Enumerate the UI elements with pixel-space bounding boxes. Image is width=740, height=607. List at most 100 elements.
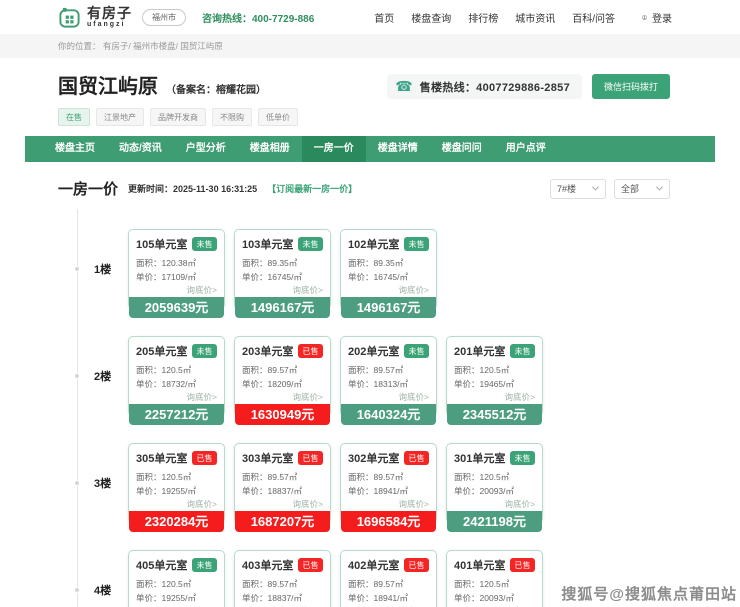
tab-7[interactable]: 用户点评 [494,136,558,162]
unit-status-badge: 未售 [192,558,217,572]
unit-price-value: 18209/㎡ [268,379,303,389]
ask-bottom-price-link[interactable]: 询底价> [242,498,323,510]
unit-card[interactable]: 305单元室 已售 面积：120.5㎡ 单价：19255/㎡ 询底价> 2320… [128,443,225,523]
property-tag: 低单价 [258,108,298,126]
unit-price-value: 20093/㎡ [480,486,515,496]
login-button[interactable]: 登录 [641,10,672,25]
unit-card[interactable]: 403单元室 已售 面积：89.57㎡ 单价：18837/㎡ 询底价> 1687… [234,550,331,607]
area-value: 89.57㎡ [374,365,404,375]
unit-price-value: 18837/㎡ [268,486,303,496]
login-label: 登录 [652,10,672,25]
unit-card[interactable]: 203单元室 已售 面积：89.57㎡ 单价：18209/㎡ 询底价> 1630… [234,336,331,416]
total-price-bar: 1640324元 [341,404,436,425]
area-label: 面积： [136,258,162,268]
property-tag: 不限购 [212,108,252,126]
area-value: 89.57㎡ [268,365,298,375]
ask-bottom-price-link[interactable]: 询底价> [136,498,217,510]
unit-card[interactable]: 102单元室 未售 面积：89.35㎡ 单价：16745/㎡ 询底价> 1496… [340,229,437,309]
floor-label: 2楼 [94,368,111,384]
ask-bottom-price-link[interactable]: 询底价> [348,498,429,510]
user-icon [641,15,648,20]
unit-card[interactable]: 405单元室 未售 面积：120.5㎡ 单价：19255/㎡ 询底价> 2320… [128,550,225,607]
main-nav: 首页 楼盘查询 排行榜 城市资讯 百科/问答 [374,10,615,25]
updated-label: 更新时间： [128,184,173,194]
nav-link[interactable]: 百科/问答 [572,10,615,25]
unit-status-badge: 未售 [404,344,429,358]
unit-card[interactable]: 105单元室 未售 面积：120.38㎡ 单价：17109/㎡ 询底价> 205… [128,229,225,309]
unit-price-value: 18313/㎡ [374,379,409,389]
ask-bottom-price-link[interactable]: 询底价> [136,391,217,403]
nav-link[interactable]: 首页 [374,10,394,25]
total-price-bar: 2059639元 [129,297,224,318]
area-value: 120.38㎡ [162,258,197,268]
area-label: 面积： [454,472,480,482]
tab-6[interactable]: 楼盘问问 [430,136,494,162]
city-selector[interactable]: 福州市 [142,9,186,26]
ask-bottom-price-link[interactable]: 询底价> [136,284,217,296]
floor-label: 3楼 [94,475,111,491]
unit-name: 403单元室 [242,557,293,573]
breadcrumb-prefix: 你的位置： [58,41,101,51]
nav-link[interactable]: 城市资讯 [515,10,555,25]
nav-link[interactable]: 排行榜 [468,10,498,25]
unit-name: 401单元室 [454,557,505,573]
property-tag: 江景地产 [96,108,144,126]
unit-filter-dropdown[interactable]: 全部 [614,179,670,199]
tab-3[interactable]: 楼盘相册 [238,136,302,162]
wechat-scan-call-button[interactable]: 微信扫码拨打 [592,74,670,99]
unit-card[interactable]: 303单元室 已售 面积：89.57㎡ 单价：18837/㎡ 询底价> 1687… [234,443,331,523]
unit-card[interactable]: 402单元室 已售 面积：89.57㎡ 单价：18941/㎡ 询底价> 1696… [340,550,437,607]
chevron-down-icon [592,186,599,191]
timeline-dot [74,587,80,593]
tab-2[interactable]: 户型分析 [174,136,238,162]
unit-price-label: 单价： [454,486,480,496]
phone-icon: ☎ [395,78,412,95]
unit-price-label: 单价： [242,272,268,282]
unit-price-label: 单价： [136,272,162,282]
area-label: 面积： [136,365,162,375]
ask-bottom-price-link[interactable]: 询底价> [242,391,323,403]
area-label: 面积： [348,258,374,268]
unit-price-label: 单价： [348,379,374,389]
breadcrumb-path[interactable]: 有房子/ 福州市楼盘/ 国贸江屿原 [103,41,223,51]
unit-card[interactable]: 202单元室 未售 面积：89.57㎡ 单价：18313/㎡ 询底价> 1640… [340,336,437,416]
subscribe-link[interactable]: 【订阅最新一房一价】 [267,182,357,195]
floor-label: 4楼 [94,582,111,598]
ask-bottom-price-link[interactable]: 询底价> [454,391,535,403]
unit-card[interactable]: 103单元室 未售 面积：89.35㎡ 单价：16745/㎡ 询底价> 1496… [234,229,331,309]
area-label: 面积： [348,579,374,589]
total-price-bar: 2345512元 [447,404,542,425]
unit-status-badge: 已售 [404,558,429,572]
ask-bottom-price-link[interactable]: 询底价> [348,284,429,296]
unit-card-list: 105单元室 未售 面积：120.38㎡ 单价：17109/㎡ 询底价> 205… [128,229,437,309]
area-label: 面积： [136,579,162,589]
unit-price-value: 18941/㎡ [374,593,409,603]
unit-card[interactable]: 205单元室 未售 面积：120.5㎡ 单价：18732/㎡ 询底价> 2257… [128,336,225,416]
unit-card[interactable]: 302单元室 已售 面积：89.57㎡ 单价：18941/㎡ 询底价> 1696… [340,443,437,523]
ask-bottom-price-link[interactable]: 询底价> [454,498,535,510]
floor-price-list: 1楼 105单元室 未售 面积：120.38㎡ 单价：17109/㎡ 询底价> … [58,199,740,607]
unit-price-value: 19255/㎡ [162,486,197,496]
unit-status-badge: 已售 [298,344,323,358]
tab-5[interactable]: 楼盘详情 [366,136,430,162]
unit-status-badge: 已售 [298,558,323,572]
unit-card[interactable]: 401单元室 已售 面积：120.5㎡ 单价：20093/㎡ 询底价> 2421… [446,550,543,607]
house-logo-icon [58,6,81,29]
nav-link[interactable]: 楼盘查询 [411,10,451,25]
unit-card[interactable]: 301单元室 未售 面积：120.5㎡ 单价：20093/㎡ 询底价> 2421… [446,443,543,523]
tab-0[interactable]: 楼盘主页 [43,136,107,162]
tab-4[interactable]: 一房一价 [302,136,366,162]
building-filter-dropdown[interactable]: 7#楼 [550,179,606,199]
unit-card-list: 205单元室 未售 面积：120.5㎡ 单价：18732/㎡ 询底价> 2257… [128,336,543,416]
ask-bottom-price-link[interactable]: 询底价> [348,391,429,403]
site-logo[interactable]: 有房子 ufangzi [58,6,132,29]
unit-status-badge: 已售 [192,451,217,465]
ask-bottom-price-link[interactable]: 询底价> [242,284,323,296]
unit-name: 105单元室 [136,236,187,252]
unit-price-label: 单价： [136,593,162,603]
tab-1[interactable]: 动态/资讯 [107,136,174,162]
unit-status-badge: 未售 [510,344,535,358]
area-value: 89.57㎡ [374,579,404,589]
unit-card[interactable]: 201单元室 未售 面积：120.5㎡ 单价：19465/㎡ 询底价> 2345… [446,336,543,416]
property-header: 国贸江屿原 （备案名：榕耀花园） 在售江景地产品牌开发商不限购低单价 ☎ 售楼热… [0,58,740,134]
